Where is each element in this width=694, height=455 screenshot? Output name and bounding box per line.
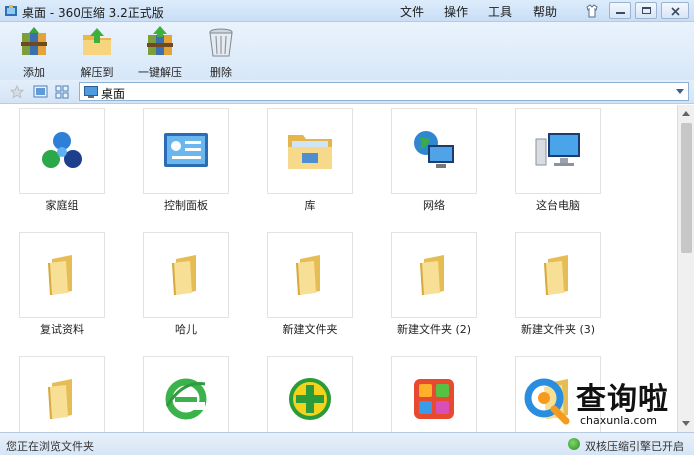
engine-status-icon bbox=[568, 438, 580, 450]
item-label: 新建文件夹 (2) bbox=[396, 323, 472, 336]
menu-help[interactable]: 帮助 bbox=[533, 3, 557, 20]
list-item-folder[interactable]: 复试资料 bbox=[0, 229, 124, 347]
item-thumbnail bbox=[19, 232, 105, 318]
status-bar: 您正在浏览文件夹 双核压缩引擎已开启 bbox=[0, 432, 694, 455]
list-item-folder[interactable] bbox=[0, 353, 124, 432]
scroll-down-icon[interactable] bbox=[682, 421, 690, 426]
item-label: 控制面板 bbox=[164, 199, 208, 212]
control-panel-icon bbox=[164, 133, 208, 167]
list-item-folder[interactable]: 哈儿 bbox=[124, 229, 248, 347]
list-item-libraries[interactable]: 库 bbox=[248, 105, 372, 223]
list-item-this-pc[interactable]: 这台电脑 bbox=[496, 105, 620, 223]
item-thumbnail bbox=[267, 356, 353, 432]
app-store-icon bbox=[414, 379, 454, 419]
status-text: 您正在浏览文件夹 bbox=[6, 440, 94, 453]
item-label: 新建文件夹 bbox=[282, 323, 338, 336]
item-label: 家庭组 bbox=[45, 199, 79, 212]
item-label: 复试资料 bbox=[40, 323, 84, 336]
address-row: 桌面 bbox=[0, 80, 694, 104]
item-label: 哈儿 bbox=[175, 323, 197, 336]
favorite-star-icon[interactable] bbox=[10, 85, 24, 99]
item-thumbnail bbox=[267, 232, 353, 318]
item-thumbnail bbox=[143, 232, 229, 318]
scroll-thumb[interactable] bbox=[681, 123, 692, 253]
folder-icon bbox=[420, 255, 444, 295]
maximize-button[interactable] bbox=[635, 2, 657, 19]
menu-file[interactable]: 文件 bbox=[400, 3, 424, 20]
item-thumbnail bbox=[267, 108, 353, 194]
list-item-folder[interactable]: 新建文件夹 (2) bbox=[372, 229, 496, 347]
item-thumbnail bbox=[391, 356, 477, 432]
folder-icon bbox=[296, 255, 320, 295]
libraries-icon bbox=[288, 135, 332, 169]
item-thumbnail bbox=[515, 232, 601, 318]
extract-to-button[interactable]: 解压到 bbox=[67, 25, 127, 79]
list-item-360[interactable] bbox=[248, 353, 372, 432]
address-path: 桌面 bbox=[101, 87, 126, 101]
desktop-icon bbox=[84, 86, 98, 98]
large-icon-view-icon[interactable] bbox=[33, 85, 48, 99]
minimize-button[interactable] bbox=[609, 2, 631, 19]
list-item-homegroup[interactable]: 家庭组 bbox=[0, 105, 124, 223]
extract-to-label: 解压到 bbox=[80, 66, 114, 79]
one-click-extract-icon bbox=[147, 26, 173, 55]
ie-browser-icon bbox=[165, 378, 207, 420]
folder-icon bbox=[48, 255, 72, 295]
add-archive-icon bbox=[21, 27, 47, 55]
one-click-extract-label: 一键解压 bbox=[138, 66, 182, 79]
network-icon bbox=[414, 131, 454, 168]
list-item-control-panel[interactable]: 控制面板 bbox=[124, 105, 248, 223]
folder-icon bbox=[48, 379, 72, 419]
add-button[interactable]: 添加 bbox=[4, 25, 64, 79]
file-grid: 家庭组 控制面板 库 网络 这台电脑 复试资料 哈儿 新建文件夹 新建文件夹 (… bbox=[0, 105, 677, 432]
item-thumbnail bbox=[391, 108, 477, 194]
extract-folder-icon bbox=[83, 28, 111, 55]
toolbar: 添加 解压到 一键解压 删除 bbox=[0, 22, 694, 80]
folder-icon bbox=[544, 255, 568, 295]
list-item-folder[interactable]: 新建文件夹 (3) bbox=[496, 229, 620, 347]
list-item-network[interactable]: 网络 bbox=[372, 105, 496, 223]
list-item-ie[interactable] bbox=[124, 353, 248, 432]
delete-button[interactable]: 删除 bbox=[191, 25, 251, 79]
360-safe-icon bbox=[289, 378, 331, 420]
address-bar[interactable]: 桌面 bbox=[79, 82, 689, 101]
list-view-icon[interactable] bbox=[55, 85, 70, 99]
delete-label: 删除 bbox=[210, 66, 232, 79]
item-label: 库 bbox=[304, 199, 316, 212]
engine-status-text: 双核压缩引擎已开启 bbox=[585, 440, 684, 453]
item-label: 网络 bbox=[423, 199, 445, 212]
item-label: 新建文件夹 (3) bbox=[520, 323, 596, 336]
folder-icon bbox=[544, 379, 568, 419]
scroll-up-icon[interactable] bbox=[682, 111, 690, 116]
item-thumbnail bbox=[19, 108, 105, 194]
add-label: 添加 bbox=[23, 66, 45, 79]
address-dropdown-icon[interactable] bbox=[676, 89, 684, 94]
window-title: 桌面 - 360压缩 3.2正式版 bbox=[22, 6, 164, 20]
one-click-extract-button[interactable]: 一键解压 bbox=[130, 25, 190, 79]
close-icon bbox=[671, 7, 680, 16]
computer-icon bbox=[535, 133, 580, 166]
skin-icon[interactable] bbox=[584, 3, 600, 19]
trash-icon bbox=[209, 28, 233, 57]
app-icon bbox=[5, 5, 17, 16]
folder-icon bbox=[172, 255, 196, 295]
item-thumbnail bbox=[515, 356, 601, 432]
item-thumbnail bbox=[19, 356, 105, 432]
list-item-app-store[interactable] bbox=[372, 353, 496, 432]
item-thumbnail bbox=[143, 108, 229, 194]
homegroup-icon bbox=[42, 132, 82, 168]
item-thumbnail bbox=[143, 356, 229, 432]
list-item-folder[interactable]: 新建文件夹 bbox=[248, 229, 372, 347]
menu-action[interactable]: 操作 bbox=[444, 3, 468, 20]
item-thumbnail bbox=[515, 108, 601, 194]
item-label: 这台电脑 bbox=[536, 199, 580, 212]
list-item-folder[interactable] bbox=[496, 353, 620, 432]
close-button[interactable] bbox=[661, 2, 689, 19]
vertical-scrollbar[interactable] bbox=[677, 105, 694, 432]
item-thumbnail bbox=[391, 232, 477, 318]
title-bar: 桌面 - 360压缩 3.2正式版 文件 操作 工具 帮助 bbox=[0, 0, 694, 22]
menu-tools[interactable]: 工具 bbox=[488, 3, 512, 20]
